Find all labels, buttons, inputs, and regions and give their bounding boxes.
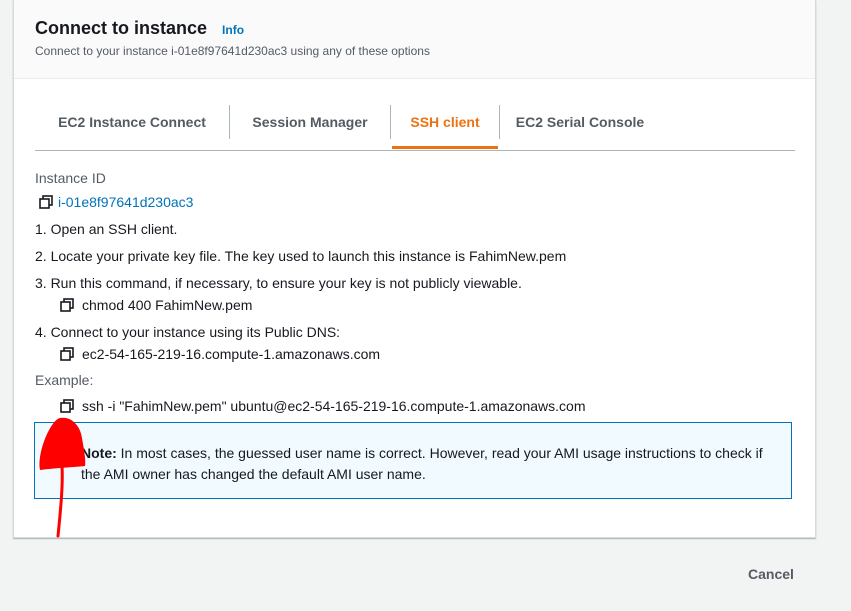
instance-id-label: Instance ID [35, 170, 106, 186]
note-body: In most cases, the guessed user name is … [81, 445, 763, 482]
tab-ec2-instance-connect[interactable]: EC2 Instance Connect [35, 105, 229, 149]
title-row: Connect to instance Info [35, 18, 244, 39]
copy-icon[interactable] [39, 195, 53, 209]
step-1: 1. Open an SSH client. [35, 221, 178, 237]
connect-to-instance-panel: Connect to instance Info Connect to your… [13, 0, 816, 538]
page-title: Connect to instance [35, 18, 208, 38]
connection-tabs: EC2 Instance Connect Session Manager SSH… [35, 105, 795, 151]
cancel-button[interactable]: Cancel [740, 562, 802, 586]
instance-id-link[interactable]: i-01e8f97641d230ac3 [58, 194, 193, 210]
note-alert: Note: In most cases, the guessed user na… [34, 422, 792, 499]
copy-icon[interactable] [60, 347, 74, 361]
copy-icon[interactable] [60, 399, 74, 413]
step-4: 4. Connect to your instance using its Pu… [35, 324, 341, 340]
example-command: ssh -i "FahimNew.pem" ubuntu@ec2-54-165-… [82, 398, 586, 414]
chmod-command: chmod 400 FahimNew.pem [82, 297, 253, 313]
public-dns: ec2-54-165-219-16.compute-1.amazonaws.co… [82, 346, 381, 362]
tab-session-manager[interactable]: Session Manager [230, 105, 390, 149]
step-3: 3. Run this command, if necessary, to en… [35, 275, 522, 291]
note-label: Note: [81, 445, 117, 461]
example-label: Example: [35, 372, 94, 388]
tab-divider [390, 105, 391, 139]
tab-ssh-client[interactable]: SSH client [392, 105, 498, 149]
tab-ec2-serial-console[interactable]: EC2 Serial Console [500, 105, 660, 149]
info-link[interactable]: Info [222, 23, 244, 37]
page-subtitle: Connect to your instance i-01e8f97641d23… [35, 44, 430, 58]
panel-header: Connect to instance Info Connect to your… [14, 0, 815, 79]
note-text: Note: In most cases, the guessed user na… [81, 443, 771, 485]
step-2: 2. Locate your private key file. The key… [35, 248, 567, 264]
copy-icon[interactable] [60, 298, 74, 312]
